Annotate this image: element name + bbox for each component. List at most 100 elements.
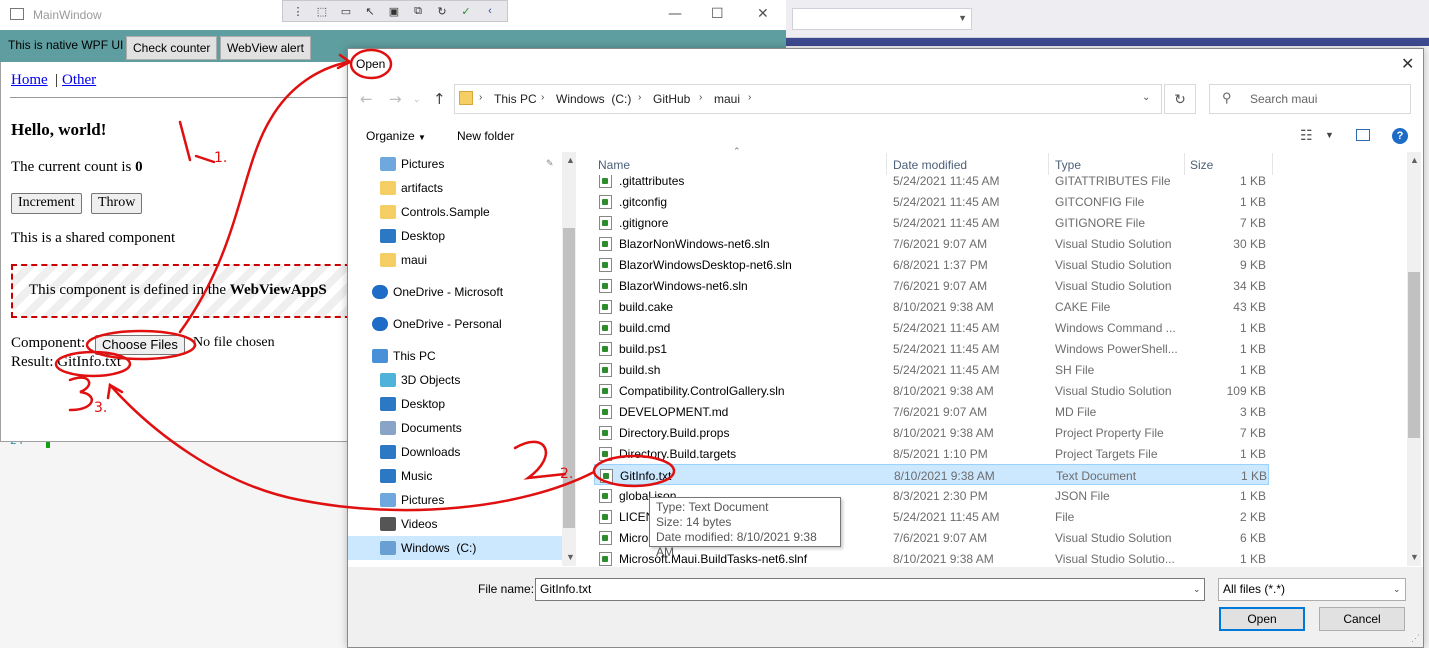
column-separator[interactable] — [886, 153, 887, 175]
nav-item[interactable]: Pictures — [348, 152, 562, 176]
nav-link-home[interactable]: Home — [11, 72, 48, 89]
resize-grip-icon[interactable]: ⋰ — [1411, 633, 1420, 644]
recent-dropdown-icon[interactable]: ⌄ — [413, 95, 421, 105]
breadcrumb-drive[interactable]: Windows (C:) — [556, 92, 631, 106]
nav-item[interactable]: artifacts — [348, 176, 562, 200]
breadcrumb-this-pc[interactable]: This PC — [494, 92, 537, 106]
file-type: JSON File — [1055, 489, 1110, 503]
nav-item-label: Videos — [401, 517, 438, 531]
file-name: build.sh — [619, 363, 661, 377]
camera-icon[interactable]: ▭ — [337, 5, 355, 18]
file-row[interactable]: DEVELOPMENT.md 7/6/2021 9:07 AM MD File 3 K… — [594, 401, 1269, 422]
column-header-size[interactable]: Size — [1190, 158, 1213, 172]
file-row[interactable]: build.sh 5/24/2021 11:45 AM SH File 1 KB — [594, 359, 1269, 380]
nav-item[interactable]: Videos — [348, 512, 562, 536]
increment-button[interactable]: Increment — [11, 193, 82, 214]
column-separator[interactable] — [1272, 153, 1273, 175]
file-row[interactable]: BlazorNonWindows-net6.sln 7/6/2021 9:07 A… — [594, 233, 1269, 254]
throw-button[interactable]: Throw — [91, 193, 143, 214]
file-icon — [599, 279, 612, 293]
nav-item[interactable]: Desktop — [348, 224, 562, 248]
collapse-icon[interactable]: ‹ — [481, 5, 499, 17]
file-icon — [599, 237, 612, 251]
organize-menu[interactable]: Organize ▼ — [366, 129, 426, 143]
nav-item[interactable]: 3D Objects — [348, 368, 562, 392]
chevron-down-icon[interactable]: ⌄ — [1193, 584, 1201, 595]
file-row[interactable]: build.cake 8/10/2021 9:38 AM CAKE File 43 K… — [594, 296, 1269, 317]
column-separator[interactable] — [1184, 153, 1185, 175]
nav-item[interactable]: Desktop — [348, 392, 562, 416]
nav-item[interactable]: This PC — [348, 344, 562, 368]
nav-item[interactable]: Controls.Sample — [348, 200, 562, 224]
nav-item[interactable]: OneDrive - Microsoft — [348, 280, 562, 304]
scroll-down-icon[interactable]: ▼ — [566, 552, 575, 562]
file-row[interactable]: Directory.Build.props 8/10/2021 9:38 AM Pr… — [594, 422, 1269, 443]
nav-item[interactable]: maui — [348, 248, 562, 272]
layout-adorner-icon[interactable]: ▣ — [385, 5, 403, 18]
track-focus-icon[interactable]: ⧉ — [409, 5, 427, 18]
chevron-down-icon[interactable]: ⌄ — [1142, 92, 1150, 103]
scroll-down-icon[interactable]: ▼ — [1410, 552, 1419, 562]
column-header-date[interactable]: Date modified — [893, 158, 967, 172]
chevron-down-icon[interactable]: ▼ — [1325, 130, 1334, 140]
file-row[interactable]: build.ps1 5/24/2021 11:45 AM Windows Power… — [594, 338, 1269, 359]
open-button[interactable]: Open — [1219, 607, 1305, 631]
file-row[interactable]: GitInfo.txt 8/10/2021 9:38 AM Text Documen… — [594, 464, 1269, 485]
new-folder-button[interactable]: New folder — [457, 129, 514, 143]
select-element-icon[interactable]: ⬚ — [313, 5, 331, 18]
maximize-icon[interactable]: ☐ — [711, 6, 724, 22]
file-list-scroll-thumb[interactable] — [1408, 272, 1420, 438]
file-name: Compatibility.ControlGallery.sln — [619, 384, 785, 398]
nav-link-other[interactable]: Other — [62, 72, 96, 89]
forward-arrow-icon[interactable]: → — [389, 90, 402, 108]
file-row[interactable]: .gitignore 5/24/2021 11:45 AM GITIGNORE Fi… — [594, 212, 1269, 233]
vs-configuration-combo[interactable]: ▼ — [792, 8, 972, 30]
breadcrumb-github[interactable]: GitHub — [653, 92, 690, 106]
choose-files-button[interactable]: Choose Files — [95, 335, 185, 355]
nav-item[interactable]: Pictures — [348, 488, 562, 512]
file-row[interactable]: Compatibility.ControlGallery.sln 8/10/202… — [594, 380, 1269, 401]
count-value: 0 — [135, 159, 143, 175]
chevron-down-icon[interactable]: ⌄ — [1393, 584, 1401, 595]
refresh-icon[interactable]: ↻ — [1164, 84, 1196, 114]
file-row[interactable]: BlazorWindows-net6.sln 7/6/2021 9:07 AM Vi… — [594, 275, 1269, 296]
file-name: .gitconfig — [619, 195, 668, 209]
scroll-up-icon[interactable]: ▲ — [566, 155, 575, 165]
back-arrow-icon[interactable]: ← — [360, 90, 373, 108]
nav-item[interactable]: Documents — [348, 416, 562, 440]
close-icon[interactable]: ✕ — [757, 6, 769, 22]
file-date: 5/24/2021 11:45 AM — [893, 321, 1000, 335]
webview-alert-button[interactable]: WebView alert — [220, 36, 311, 60]
column-separator[interactable] — [1048, 153, 1049, 175]
file-row[interactable]: build.cmd 5/24/2021 11:45 AM Windows Comma… — [594, 317, 1269, 338]
column-header-name[interactable]: Name — [598, 158, 630, 172]
chevron-right-icon: › — [699, 92, 703, 103]
close-icon[interactable]: ✕ — [1401, 54, 1414, 74]
hot-reload-icon[interactable]: ↻ — [433, 5, 451, 18]
file-name-input[interactable]: GitInfo.txt — [535, 578, 1205, 601]
minimize-icon[interactable]: — — [668, 6, 682, 22]
file-row[interactable]: .gitattributes 5/24/2021 11:45 AM GITATTRI… — [594, 175, 1269, 191]
up-arrow-icon[interactable]: ↑ — [433, 90, 446, 108]
file-row[interactable]: Directory.Build.targets 8/5/2021 1:10 PM P… — [594, 443, 1269, 464]
nav-item[interactable]: Windows (C:) — [348, 536, 562, 560]
preview-pane-icon[interactable] — [1356, 129, 1370, 141]
breadcrumb-maui[interactable]: maui — [714, 92, 740, 106]
cursor-icon[interactable]: ↖ — [361, 5, 379, 18]
file-type: SH File — [1055, 363, 1095, 377]
cancel-button[interactable]: Cancel — [1319, 607, 1405, 631]
check-icon[interactable]: ✓ — [457, 5, 475, 18]
file-row[interactable]: .gitconfig 5/24/2021 11:45 AM GITCONFIG Fi… — [594, 191, 1269, 212]
nav-scroll-thumb[interactable] — [563, 228, 575, 528]
file-size: 109 KB — [1226, 384, 1266, 398]
check-counter-button[interactable]: Check counter — [126, 36, 218, 60]
scroll-up-icon[interactable]: ▲ — [1410, 155, 1419, 165]
help-icon[interactable]: ? — [1392, 128, 1408, 144]
file-type-select[interactable]: All files (*.*) — [1218, 578, 1406, 601]
nav-item[interactable]: OneDrive - Personal — [348, 312, 562, 336]
column-header-type[interactable]: Type — [1055, 158, 1081, 172]
view-options-icon[interactable]: ☷ — [1300, 127, 1313, 144]
file-row[interactable]: BlazorWindowsDesktop-net6.sln 6/8/2021 1:… — [594, 254, 1269, 275]
nav-item[interactable]: Music — [348, 464, 562, 488]
nav-item[interactable]: Downloads — [348, 440, 562, 464]
